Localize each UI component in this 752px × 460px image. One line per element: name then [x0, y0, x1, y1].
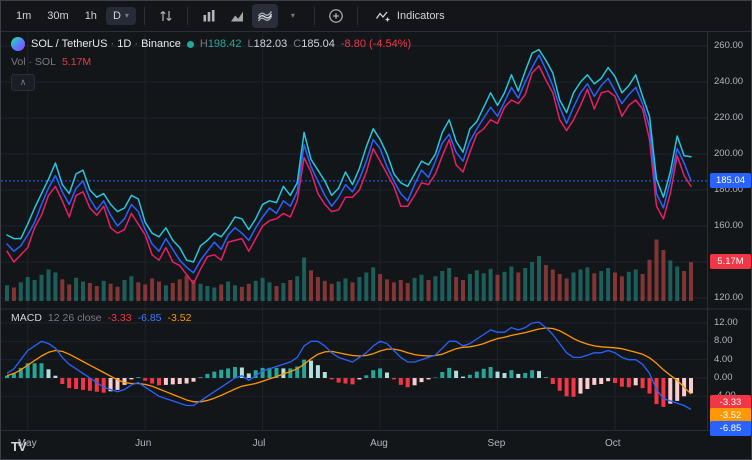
trading-chart-app: 1m 30m 1h D ▾ [0, 0, 752, 460]
market-status-dot [187, 41, 194, 48]
volume-row: Vol · SOL 5.17M [11, 56, 411, 68]
current-price-badge: 185.04 [710, 173, 751, 188]
axis-tick-label: 220.00 [714, 112, 743, 123]
toolbar-divider [187, 7, 188, 25]
macd-legend: MACD 12 26 close -3.33 -6.85 -3.52 [11, 312, 191, 324]
add-symbol-button[interactable] [323, 4, 349, 28]
time-axis-month-label: Oct [605, 438, 621, 449]
ohlc-low: L182.03 [247, 38, 287, 50]
time-axis-month-label: Jun [135, 438, 151, 449]
axis-tick-label: 0.00 [714, 372, 733, 383]
timeframe-1h-button[interactable]: 1h [78, 7, 104, 25]
axis-tick-label: 200.00 [714, 148, 743, 159]
bar-chart-icon [201, 8, 217, 24]
ohlc-high: H198.42 [200, 38, 242, 50]
time-axis[interactable]: MayJunJulAugSepOct [1, 430, 751, 459]
time-axis-month-label: Sep [488, 438, 506, 449]
multi-line-chart-icon [257, 8, 273, 24]
axis-tick-label: 4.00 [714, 354, 733, 365]
macd-name[interactable]: MACD [11, 312, 42, 324]
chevron-up-icon: ∧ [20, 78, 27, 87]
volume-label: Vol · SOL [11, 56, 56, 68]
indicators-button[interactable]: Indicators [366, 5, 454, 27]
compare-arrows-icon [158, 8, 174, 24]
toolbar-divider [144, 7, 145, 25]
price-change: -8.80 (-4.54%) [341, 38, 411, 50]
area-chart-style-button[interactable] [224, 4, 250, 28]
chevron-down-icon: ▾ [291, 12, 295, 20]
plus-circle-icon [328, 8, 344, 24]
sol-logo-icon [11, 37, 25, 51]
chart-style-dropdown-button[interactable]: ▾ [280, 4, 306, 28]
symbol-legend: SOL / TetherUS · 1D · Binance H198.42 L1… [11, 37, 411, 68]
toolbar: 1m 30m 1h D ▾ [1, 1, 751, 32]
time-axis-month-label: Jul [253, 438, 266, 449]
macd-signal-value: -3.52 [168, 312, 192, 324]
compare-arrows-button[interactable] [153, 4, 179, 28]
axis-tick-label: 240.00 [714, 76, 743, 87]
indicators-icon [375, 8, 391, 24]
time-axis-month-label: Aug [370, 438, 388, 449]
bar-chart-style-button[interactable] [196, 4, 222, 28]
symbol-title[interactable]: SOL / TetherUS · 1D · Binance [31, 38, 181, 50]
timeframe-30m-button[interactable]: 30m [40, 7, 75, 25]
axis-tick-label: 160.00 [714, 220, 743, 231]
collapse-pane-button[interactable]: ∧ [11, 74, 35, 91]
tradingview-logo[interactable]: TV [11, 439, 26, 454]
indicators-label: Indicators [397, 10, 445, 22]
macd-params: 12 26 close [48, 312, 102, 324]
line-chart-style-button[interactable] [252, 4, 278, 28]
axis-tick-label: 120.00 [714, 292, 743, 303]
macd-hist-value: -3.33 [108, 312, 132, 324]
axis-tick-label: 12.00 [714, 317, 738, 328]
volume-value: 5.17M [62, 56, 91, 68]
toolbar-divider [314, 7, 315, 25]
toolbar-divider [357, 7, 358, 25]
chevron-down-icon: ▾ [125, 12, 129, 20]
volume-badge: 5.17M [710, 254, 751, 269]
area-chart-icon [229, 8, 245, 24]
ohlc-close: C185.04 [293, 38, 335, 50]
axis-tick-label: 8.00 [714, 335, 733, 346]
timeframe-1d-button[interactable]: D ▾ [106, 7, 136, 25]
macd-line-value: -6.85 [138, 312, 162, 324]
symbol-row: SOL / TetherUS · 1D · Binance H198.42 L1… [11, 37, 411, 51]
timeframe-1d-label: D [113, 10, 121, 22]
axis-tick-label: 260.00 [714, 40, 743, 51]
timeframe-1m-button[interactable]: 1m [9, 7, 38, 25]
price-axis[interactable]: 185.04 5.17M -3.33 -3.52 -6.85 260.00240… [707, 1, 752, 459]
price-and-macd-plot [1, 1, 752, 460]
chart-canvas[interactable] [1, 1, 751, 459]
macd-line-badge: -6.85 [710, 421, 751, 436]
